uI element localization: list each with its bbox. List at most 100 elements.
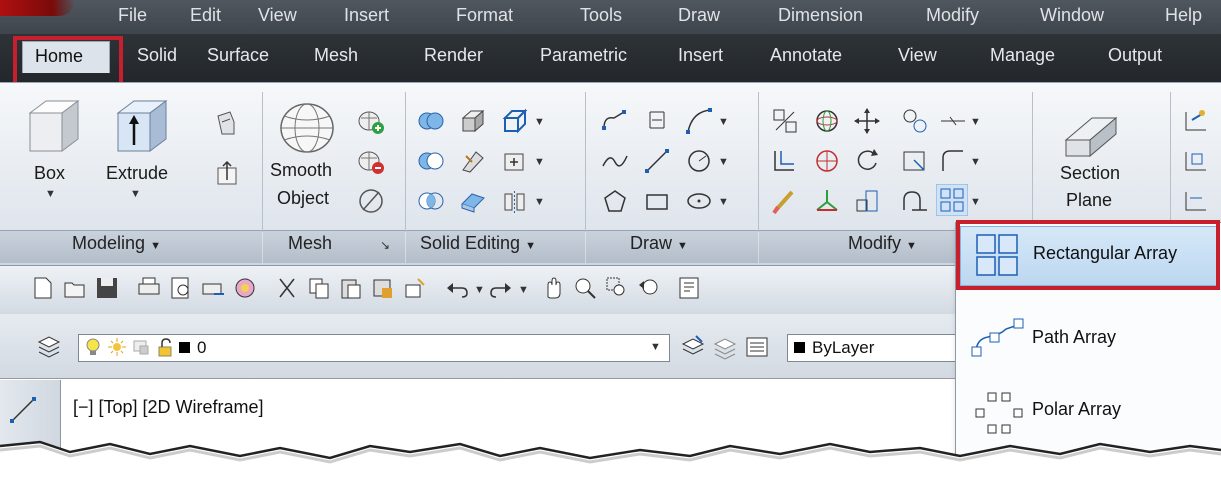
3d-rotate-icon[interactable] [812, 106, 842, 136]
copy-icon[interactable] [306, 275, 332, 301]
layer-walk-icon[interactable] [1182, 106, 1212, 136]
menu-format[interactable]: Format [456, 5, 513, 26]
pan-icon[interactable] [540, 275, 566, 301]
box-label[interactable]: Box [34, 163, 65, 184]
3d-print-icon[interactable] [232, 275, 258, 301]
layer-thaw-sun-icon[interactable] [107, 337, 127, 357]
plot-icon[interactable] [136, 275, 162, 301]
viewport-controls-label[interactable]: [−] [Top] [2D Wireframe] [73, 397, 264, 418]
solid-edit-dropdown[interactable]: ▼ [534, 116, 545, 128]
tab-insert[interactable]: Insert [678, 45, 723, 66]
spline-icon[interactable] [600, 146, 630, 176]
layer-viewport-icon[interactable] [131, 337, 151, 357]
match-properties-icon[interactable] [770, 106, 800, 136]
box-icon[interactable] [22, 95, 84, 155]
slice-icon[interactable] [458, 146, 488, 176]
extrude-face-icon[interactable] [212, 158, 242, 188]
mesh-dialog-launcher-icon[interactable]: ↘ [380, 238, 390, 252]
array-dropdown-arrow[interactable]: ▼ [970, 196, 981, 208]
tab-mesh[interactable]: Mesh [314, 45, 358, 66]
make-current-layer-icon[interactable] [680, 334, 706, 360]
3d-scale-icon[interactable] [812, 186, 842, 216]
subtract-icon[interactable] [416, 146, 446, 176]
menu-file[interactable]: File [118, 5, 147, 26]
ellipse-icon[interactable] [684, 186, 714, 216]
tab-annotate[interactable]: Annotate [770, 45, 842, 66]
join-icon[interactable] [900, 186, 930, 216]
application-logo-icon[interactable] [0, 0, 75, 16]
explode-icon[interactable] [938, 106, 968, 136]
new-icon[interactable] [30, 275, 56, 301]
smooth-label-line2[interactable]: Object [277, 188, 329, 209]
plot-preview-icon[interactable] [168, 275, 194, 301]
stretch-icon[interactable] [852, 186, 882, 216]
thicken-icon[interactable] [458, 186, 488, 216]
undo-icon[interactable] [444, 275, 470, 301]
modify-panel-label[interactable]: Modify ▼ [848, 233, 917, 254]
rotate-icon[interactable] [852, 146, 882, 176]
menu-draw[interactable]: Draw [678, 5, 720, 26]
fillet-icon[interactable] [938, 146, 968, 176]
layer-properties-icon[interactable] [36, 334, 62, 360]
modify-dropdown[interactable]: ▼ [970, 116, 981, 128]
layer-combo[interactable]: 0 ▼ [78, 334, 670, 362]
section-plane-icon[interactable] [1060, 104, 1126, 160]
properties-icon[interactable] [676, 275, 702, 301]
smooth-label-line1[interactable]: Smooth [270, 160, 332, 181]
line-tool-icon[interactable] [8, 395, 38, 425]
tab-parametric[interactable]: Parametric [540, 45, 627, 66]
layer-combo-arrow[interactable]: ▼ [650, 341, 661, 353]
separate-icon[interactable] [500, 186, 530, 216]
redo-dropdown[interactable]: ▼ [518, 284, 529, 296]
tab-manage[interactable]: Manage [990, 45, 1055, 66]
draw-panel-label[interactable]: Draw ▼ [630, 233, 688, 254]
mesh-add-icon[interactable] [356, 106, 386, 136]
open-icon[interactable] [62, 275, 88, 301]
shell-icon[interactable] [458, 106, 488, 136]
layer-on-bulb-icon[interactable] [83, 337, 103, 357]
tab-output[interactable]: Output [1108, 45, 1162, 66]
menu-item-path-array[interactable]: Path Array [960, 311, 1216, 369]
fillet-dropdown[interactable]: ▼ [970, 156, 981, 168]
extrude-faces-icon[interactable] [500, 146, 530, 176]
paste-icon[interactable] [338, 275, 364, 301]
solid-edit-dropdown-2[interactable]: ▼ [534, 156, 545, 168]
rectangle-icon[interactable] [642, 186, 672, 216]
save-icon[interactable] [94, 275, 120, 301]
tab-surface[interactable]: Surface [207, 45, 269, 66]
color-combo[interactable]: ByLayer [787, 334, 959, 362]
cut-icon[interactable] [274, 275, 300, 301]
layer-unlock-icon[interactable] [155, 337, 175, 357]
layer-previous-icon[interactable] [712, 334, 738, 360]
erase-icon[interactable] [770, 186, 800, 216]
ellipse-dropdown[interactable]: ▼ [718, 196, 729, 208]
extrude-icon[interactable] [110, 95, 172, 155]
ucs-icon[interactable] [1182, 146, 1212, 176]
menu-window[interactable]: Window [1040, 5, 1104, 26]
menu-insert[interactable]: Insert [344, 5, 389, 26]
offset-icon[interactable] [770, 146, 800, 176]
menu-tools[interactable]: Tools [580, 5, 622, 26]
solid-edit-dropdown-3[interactable]: ▼ [534, 196, 545, 208]
3d-move-icon[interactable] [852, 106, 882, 136]
menu-item-polar-array[interactable]: Polar Array [960, 383, 1216, 441]
match-prop-icon[interactable] [402, 275, 428, 301]
array-icon[interactable] [936, 184, 968, 216]
mesh-panel-label[interactable]: Mesh [288, 233, 332, 254]
scale-icon[interactable] [900, 146, 930, 176]
polyline-icon[interactable] [600, 106, 630, 136]
zoom-realtime-icon[interactable] [572, 275, 598, 301]
3d-mirror-icon[interactable] [900, 106, 930, 136]
intersect-icon[interactable] [416, 186, 446, 216]
undo-dropdown[interactable]: ▼ [474, 284, 485, 296]
menu-edit[interactable]: Edit [190, 5, 221, 26]
draw-dropdown[interactable]: ▼ [718, 116, 729, 128]
paste-block-icon[interactable] [370, 275, 396, 301]
section-plane-label-2[interactable]: Plane [1066, 190, 1112, 211]
presspull-icon[interactable] [212, 108, 242, 138]
publish-icon[interactable] [200, 275, 226, 301]
extrude-dropdown-arrow[interactable]: ▼ [130, 188, 141, 200]
circle-icon[interactable] [684, 146, 714, 176]
section-plane-label-1[interactable]: Section [1060, 163, 1120, 184]
mesh-remove-icon[interactable] [356, 146, 386, 176]
